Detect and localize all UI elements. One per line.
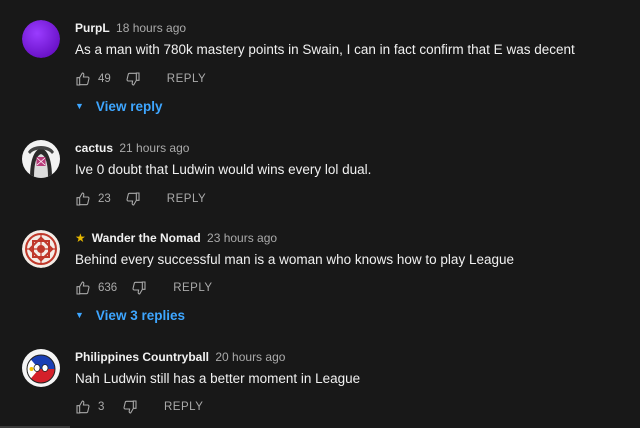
comment-text: As a man with 780k mastery points in Swa… — [75, 42, 575, 57]
comment-header: ★ Wander the Nomad 23 hours ago — [75, 230, 630, 246]
avatar[interactable] — [22, 230, 60, 268]
like-count: 49 — [98, 73, 111, 85]
thumbs-up-icon[interactable] — [75, 191, 91, 207]
comment-body: cactus 21 hours ago Ive 0 doubt that Lud… — [75, 140, 630, 179]
purple-circle-avatar-icon — [22, 20, 60, 58]
author-name[interactable]: PurpL — [75, 21, 110, 35]
reply-button[interactable]: REPLY — [167, 73, 206, 85]
like-count: 3 — [98, 401, 105, 413]
comment-body: Philippines Countryball 20 hours ago Nah… — [75, 349, 630, 388]
comment-actions: 23 REPLY — [75, 190, 206, 208]
comment-body: PurpL 18 hours ago As a man with 780k ma… — [75, 20, 630, 59]
comment-body: ★ Wander the Nomad 23 hours ago Behind ev… — [75, 230, 630, 269]
view-replies-label: View 3 replies — [95, 307, 185, 323]
comment-actions: 49 REPLY — [75, 70, 206, 88]
comment-time[interactable]: 20 hours ago — [215, 350, 285, 364]
reply-button[interactable]: REPLY — [164, 401, 203, 413]
like-count: 23 — [98, 193, 111, 205]
comment-header: cactus 21 hours ago — [75, 140, 630, 156]
caret-down-icon: ▼ — [75, 310, 84, 320]
thumbs-up-icon[interactable] — [75, 280, 91, 296]
reply-button[interactable]: REPLY — [173, 282, 212, 294]
ornament-pattern-avatar-icon — [22, 230, 60, 268]
view-replies-button[interactable]: ▼ View 3 replies — [75, 306, 185, 324]
countryball-avatar-icon — [22, 349, 60, 387]
comment-time[interactable]: 18 hours ago — [116, 21, 186, 35]
comment-header: PurpL 18 hours ago — [75, 20, 630, 36]
thumbs-down-icon[interactable] — [122, 399, 138, 415]
thumbs-down-icon[interactable] — [125, 191, 141, 207]
comment-actions: 636 REPLY — [75, 279, 213, 297]
comment-actions: 3 REPLY — [75, 398, 203, 416]
author-name[interactable]: Philippines Countryball — [75, 350, 209, 364]
comment-time[interactable]: 21 hours ago — [119, 141, 189, 155]
author-name[interactable]: Wander the Nomad — [92, 231, 201, 245]
view-replies-button[interactable]: ▼ View reply — [75, 97, 162, 115]
view-replies-label: View reply — [95, 98, 163, 114]
comment-text: Ive 0 doubt that Ludwin would wins every… — [75, 162, 372, 177]
thumbs-up-icon[interactable] — [75, 71, 91, 87]
caret-down-icon: ▼ — [75, 101, 84, 111]
star-icon: ★ — [75, 231, 86, 245]
thumbs-up-icon[interactable] — [75, 399, 91, 415]
comment-text: Behind every successful man is a woman w… — [75, 252, 514, 267]
like-count: 636 — [98, 282, 118, 294]
author-name[interactable]: cactus — [75, 141, 113, 155]
comment-text: Nah Ludwin still has a better moment in … — [75, 371, 361, 386]
comment-header: Philippines Countryball 20 hours ago — [75, 349, 630, 365]
avatar[interactable] — [22, 140, 60, 178]
anime-character-avatar-icon — [22, 140, 60, 178]
reply-button[interactable]: REPLY — [167, 193, 206, 205]
thumbs-down-icon[interactable] — [125, 71, 141, 87]
avatar[interactable] — [22, 349, 60, 387]
thumbs-down-icon[interactable] — [131, 280, 147, 296]
comment-time[interactable]: 23 hours ago — [207, 231, 277, 245]
avatar[interactable] — [22, 20, 60, 58]
